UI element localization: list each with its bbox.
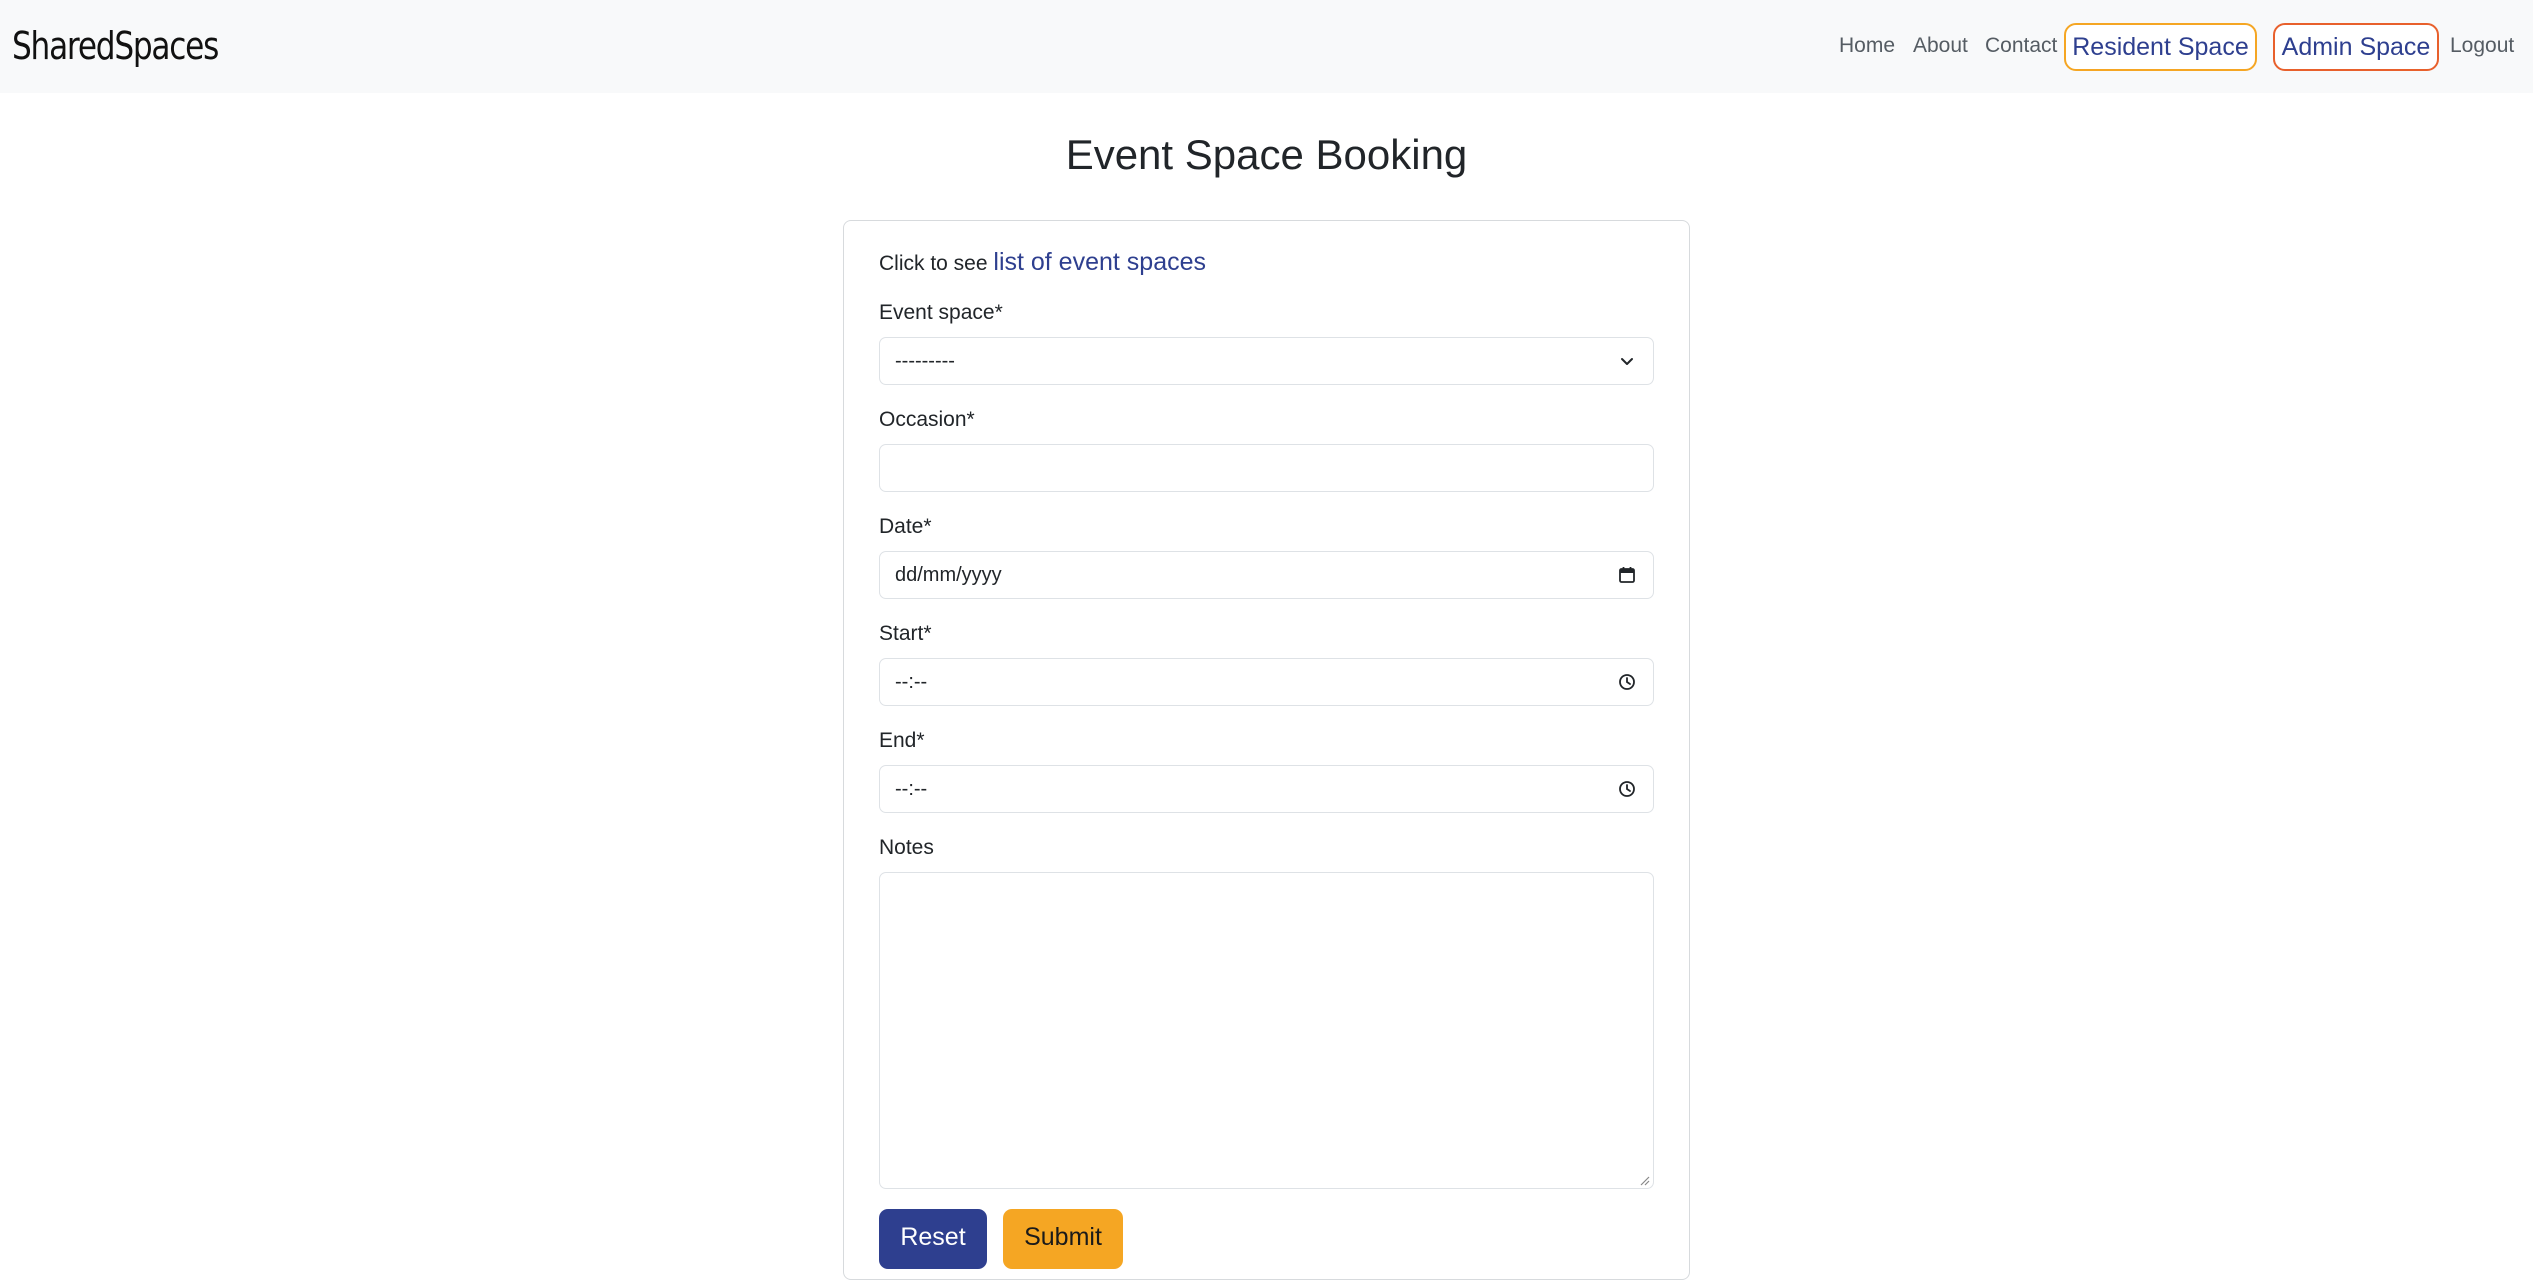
resident-space-button[interactable]: Resident Space [2064,23,2257,71]
occasion-input[interactable] [879,444,1654,492]
chevron-down-icon [1617,351,1637,371]
intro-text: Click to see [879,252,988,275]
submit-button[interactable]: Submit [1003,1209,1123,1269]
end-time-input[interactable]: --:-- [879,765,1654,813]
occasion-label: Occasion* [879,408,975,431]
notes-label: Notes [879,836,934,859]
clock-icon[interactable] [1617,779,1637,799]
date-input[interactable]: dd/mm/yyyy [879,551,1654,599]
end-label: End* [879,729,925,752]
navbar: SharedSpaces Home About Contact Resident… [0,0,2533,93]
event-space-selected-value: --------- [895,349,955,372]
nav-about-link[interactable]: About [1913,32,1968,60]
event-spaces-intro: Click to see list of event spaces [879,245,1206,281]
nav-logout-link[interactable]: Logout [2450,32,2514,60]
event-space-label: Event space* [879,301,1003,324]
event-space-select[interactable]: --------- [879,337,1654,385]
date-label: Date* [879,515,932,538]
resize-grip-icon[interactable] [1638,1173,1650,1186]
end-time-value: --:-- [895,777,928,800]
calendar-icon[interactable] [1617,565,1637,585]
reset-button[interactable]: Reset [879,1209,987,1269]
clock-icon[interactable] [1617,672,1637,692]
nav-home-link[interactable]: Home [1839,32,1895,60]
start-time-value: --:-- [895,670,928,693]
brand-logo[interactable]: SharedSpaces [12,18,219,74]
event-spaces-list-link[interactable]: list of event spaces [993,248,1206,276]
start-time-input[interactable]: --:-- [879,658,1654,706]
admin-space-button[interactable]: Admin Space [2273,23,2439,71]
notes-textarea[interactable] [879,872,1654,1189]
nav-contact-link[interactable]: Contact [1985,32,2057,60]
booking-form-card: Click to see list of event spaces Event … [843,220,1690,1280]
date-value: dd/mm/yyyy [895,563,1002,586]
start-label: Start* [879,622,932,645]
page-title: Event Space Booking [1065,131,1468,178]
